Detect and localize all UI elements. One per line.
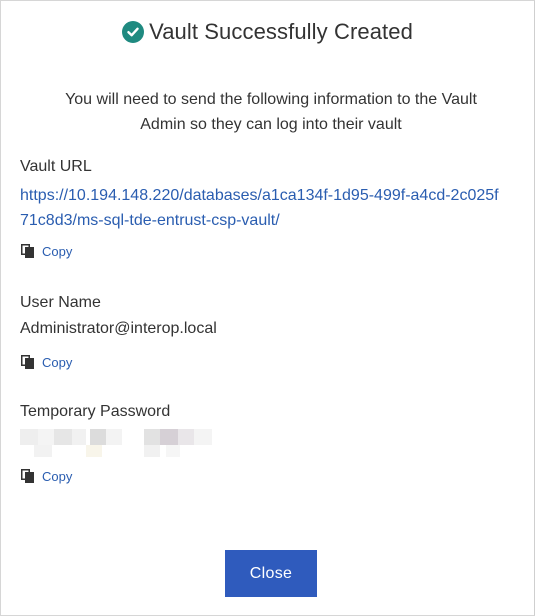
- vault-url-copy-button[interactable]: Copy: [20, 242, 510, 260]
- copy-icon: [21, 244, 34, 258]
- user-name-value: Administrator@interop.local: [20, 320, 217, 337]
- temp-password-redacted: [20, 427, 220, 457]
- user-name-copy-button[interactable]: Copy: [20, 353, 510, 371]
- temp-password-copy-button[interactable]: Copy: [20, 467, 510, 485]
- copy-label: Copy: [42, 243, 73, 259]
- user-name-label: User Name: [20, 294, 101, 311]
- vault-created-dialog: Vault Successfully Created You will need…: [0, 0, 535, 616]
- copy-icon: [21, 355, 34, 369]
- temp-password-section: Temporary Password Copy: [20, 401, 510, 485]
- vault-url-link[interactable]: https://10.194.148.220/databases/a1ca134…: [20, 183, 500, 233]
- copy-label: Copy: [42, 468, 73, 484]
- intro-line-2: Admin so they can log into their vault: [140, 116, 402, 133]
- vault-url-label: Vault URL: [20, 158, 92, 175]
- close-button[interactable]: Close: [225, 550, 317, 597]
- temp-password-label: Temporary Password: [20, 403, 171, 420]
- vault-url-section: Vault URL https://10.194.148.220/databas…: [20, 156, 510, 260]
- copy-label: Copy: [42, 354, 73, 370]
- copy-icon: [21, 469, 34, 483]
- dialog-header: Vault Successfully Created: [1, 19, 534, 45]
- intro-text: You will need to send the following info…: [1, 87, 535, 137]
- dialog-title: Vault Successfully Created: [149, 19, 413, 44]
- intro-line-1: You will need to send the following info…: [65, 91, 477, 108]
- user-name-section: User Name Administrator@interop.local Co…: [20, 292, 510, 371]
- check-circle-icon: [122, 21, 145, 43]
